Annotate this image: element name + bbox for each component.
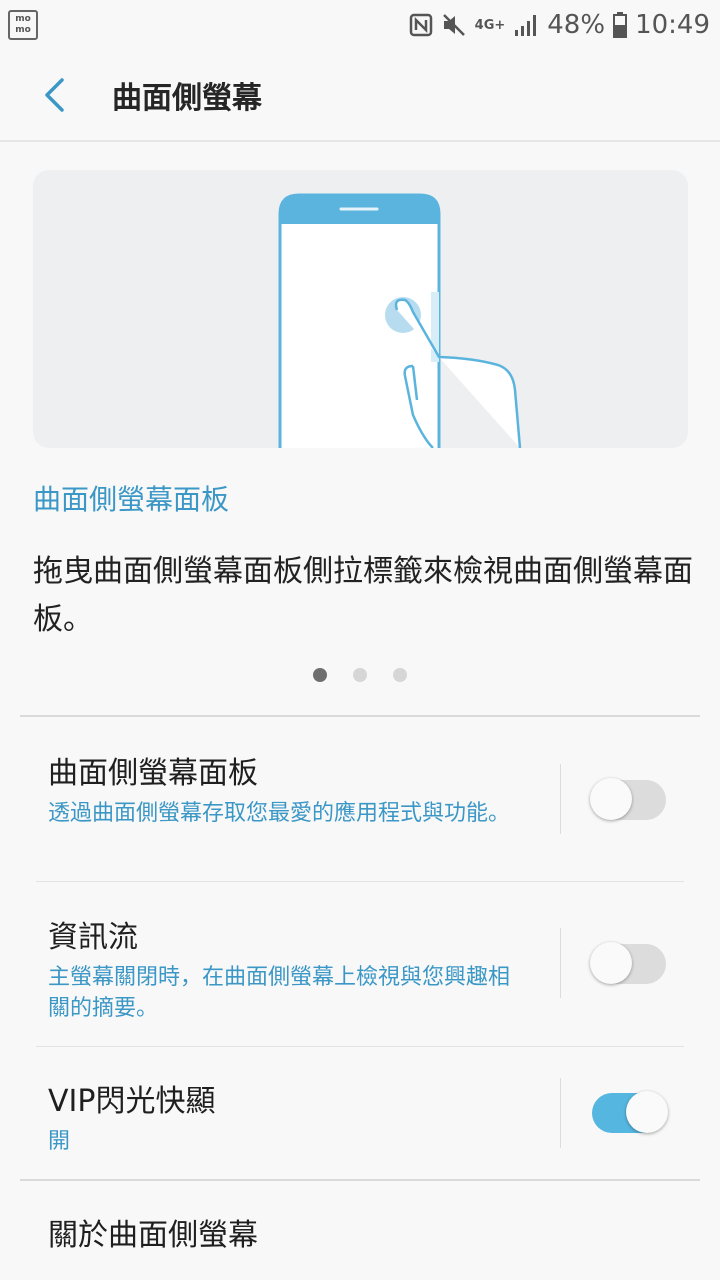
- battery-percent: 48%: [547, 10, 606, 40]
- battery-icon: [613, 12, 628, 38]
- section-description: 拖曳曲面側螢幕面板側拉標籤來檢視曲面側螢幕面板。: [33, 554, 693, 637]
- setting-vip-edge-lighting[interactable]: VIP閃光快顯 開: [48, 1076, 684, 1157]
- network-type: 4G+: [474, 17, 506, 33]
- separator: [560, 928, 561, 998]
- status-bar: mo mo 4G+ 48% 10:49: [0, 0, 720, 50]
- edge-panel-illustration: [33, 170, 688, 448]
- separator: [560, 1078, 561, 1148]
- vip-edge-lighting-toggle[interactable]: [592, 1091, 668, 1133]
- signal-icon: [515, 15, 537, 36]
- setting-title: VIP閃光快顯: [48, 1084, 216, 1119]
- page-indicator[interactable]: [0, 668, 720, 682]
- about-edge-screen[interactable]: 關於曲面側螢幕: [48, 1210, 258, 1254]
- divider: [36, 881, 684, 882]
- mute-icon: [442, 14, 465, 36]
- setting-edge-feeds[interactable]: 資訊流 主螢幕關閉時，在曲面側螢幕上檢視與您興趣相關的摘要。: [48, 912, 684, 1024]
- setting-edge-panels[interactable]: 曲面側螢幕面板 透過曲面側螢幕存取您最愛的應用程式與功能。: [48, 748, 684, 829]
- divider: [20, 1179, 700, 1181]
- setting-title: 資訊流: [48, 920, 138, 955]
- clock: 10:49: [635, 10, 710, 40]
- momo-app-icon: mo mo: [8, 10, 38, 40]
- page-title: 曲面側螢幕: [112, 81, 262, 116]
- chevron-left-icon: [45, 78, 64, 112]
- toggle-knob: [590, 942, 632, 984]
- setting-subtitle: 開: [48, 1129, 71, 1154]
- setting-subtitle: 主螢幕關閉時，在曲面側螢幕上檢視與您興趣相關的摘要。: [48, 965, 511, 1021]
- toggle-knob: [626, 1091, 668, 1133]
- toggle-knob: [590, 778, 632, 820]
- app-bar: 曲面側螢幕: [0, 50, 720, 142]
- page-dot-1[interactable]: [313, 668, 327, 682]
- phone-swipe-illustration: [278, 193, 522, 448]
- setting-title: 曲面側螢幕面板: [48, 756, 258, 791]
- edge-feeds-toggle[interactable]: [590, 942, 666, 984]
- section-title: 曲面側螢幕面板: [33, 483, 230, 516]
- nfc-icon: [409, 13, 432, 37]
- edge-panels-toggle[interactable]: [590, 778, 666, 820]
- divider: [20, 715, 700, 717]
- page-dot-3[interactable]: [393, 668, 407, 682]
- separator: [560, 764, 561, 834]
- back-button[interactable]: [24, 65, 84, 125]
- setting-subtitle: 透過曲面側螢幕存取您最愛的應用程式與功能。: [48, 801, 511, 826]
- page-dot-2[interactable]: [353, 668, 367, 682]
- divider: [36, 1046, 684, 1047]
